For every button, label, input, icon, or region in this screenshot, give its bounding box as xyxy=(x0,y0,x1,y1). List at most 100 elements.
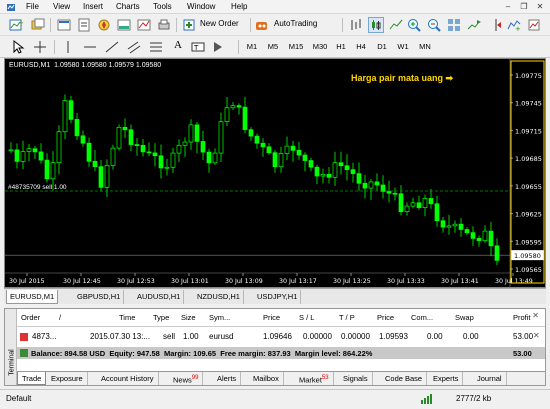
line-chart-icon[interactable] xyxy=(388,17,404,33)
bar-chart-icon[interactable] xyxy=(348,17,364,33)
indicators-icon[interactable]: + xyxy=(506,17,522,33)
col-swap[interactable]: Swap xyxy=(455,313,474,322)
menu-tools[interactable]: Tools xyxy=(153,2,172,11)
col-size[interactable]: Size xyxy=(181,313,196,322)
col-order[interactable]: Order xyxy=(21,313,40,322)
terminal-tab-experts[interactable]: Experts xyxy=(429,372,464,385)
market-watch-icon[interactable] xyxy=(56,17,72,33)
timeframe-m15[interactable]: M15 xyxy=(286,40,306,54)
timeframe-w1[interactable]: W1 xyxy=(396,40,410,54)
terminal-tab-alerts[interactable]: Alerts xyxy=(213,372,242,385)
connection-icon[interactable] xyxy=(420,394,436,405)
fibonacci-icon[interactable] xyxy=(148,39,164,55)
time-label: 30 Jul 13:17 xyxy=(279,278,317,285)
col-tp[interactable]: T / P xyxy=(339,313,355,322)
terminal-icon[interactable] xyxy=(116,17,132,33)
terminal-tab-journal[interactable]: Journal xyxy=(473,372,507,385)
timeframe-d1[interactable]: D1 xyxy=(375,40,389,54)
timeframe-m1[interactable]: M1 xyxy=(244,40,260,54)
menu-charts[interactable]: Charts xyxy=(116,2,140,11)
text-tool-icon[interactable]: A xyxy=(170,39,186,55)
col-time[interactable]: Time xyxy=(119,313,135,322)
time-label: 30 Jul 13:33 xyxy=(387,278,425,285)
minimize-icon[interactable]: – xyxy=(502,1,514,12)
row-tp[interactable]: 0.00000 xyxy=(341,332,370,341)
data-window-icon[interactable] xyxy=(76,17,92,33)
new-order-button[interactable]: New Order xyxy=(182,17,248,33)
chart-tab-usdjpy[interactable]: USDJPY,H1 xyxy=(254,290,302,304)
menu-help[interactable]: Help xyxy=(231,2,247,11)
candle-body xyxy=(200,141,206,153)
terminal-tab-market[interactable]: Market53 xyxy=(295,372,334,385)
app-icon[interactable] xyxy=(6,2,16,14)
navigator-icon[interactable] xyxy=(96,17,112,33)
candle-body xyxy=(308,160,314,168)
candle-body xyxy=(224,107,230,123)
col-profit[interactable]: Profit xyxy=(513,313,531,322)
tester-icon[interactable] xyxy=(136,17,152,33)
menu-window[interactable]: Window xyxy=(187,2,215,11)
candlesticks-icon[interactable] xyxy=(368,17,384,33)
status-profile: Default xyxy=(6,394,32,403)
table-row[interactable]: 4873... 2015.07.30 13:... sell 1.00 euru… xyxy=(17,328,545,344)
candle-body xyxy=(380,184,386,192)
horizontal-line-icon[interactable] xyxy=(82,39,98,55)
channel-icon[interactable] xyxy=(126,39,142,55)
close-order-icon[interactable]: ✕ xyxy=(533,331,540,340)
terminal-tab-mailbox[interactable]: Mailbox xyxy=(249,372,284,385)
candle-body xyxy=(434,203,440,222)
print-icon[interactable] xyxy=(156,17,172,33)
chart-tab-nzdusd[interactable]: NZDUSD,H1 xyxy=(194,290,244,304)
timeframe-mn[interactable]: MN xyxy=(416,40,434,54)
terminal-tab-code-base[interactable]: Code Base xyxy=(381,372,428,385)
terminal-tab-news[interactable]: News99 xyxy=(169,372,204,385)
col-type[interactable]: Type xyxy=(153,313,169,322)
row-sl[interactable]: 0.00000 xyxy=(303,332,332,341)
autoscroll-icon[interactable] xyxy=(466,17,482,33)
tile-windows-icon[interactable] xyxy=(446,17,462,33)
restore-icon[interactable]: ❐ xyxy=(518,1,530,12)
col-sort[interactable]: / xyxy=(59,313,61,322)
col-symbol[interactable]: Sym... xyxy=(209,313,230,322)
current-price-label: 1.09580 xyxy=(514,252,541,260)
trendline-icon[interactable] xyxy=(104,39,120,55)
candle-body xyxy=(242,106,248,130)
text-label-icon[interactable]: T xyxy=(190,39,206,55)
new-chart-icon[interactable]: + xyxy=(8,17,24,33)
zoom-in-icon[interactable] xyxy=(406,17,422,33)
crosshair-icon[interactable] xyxy=(32,39,48,55)
col-cur-price[interactable]: Price xyxy=(377,313,394,322)
chart-tab-eurusd[interactable]: EURUSD,M1 xyxy=(6,290,59,304)
timeframe-m30[interactable]: M30 xyxy=(310,40,330,54)
col-sl[interactable]: S / L xyxy=(299,313,314,322)
timeframe-m5[interactable]: M5 xyxy=(265,40,281,54)
candle-body xyxy=(374,181,380,186)
close-icon[interactable]: ✕ xyxy=(534,1,546,12)
chart-shift-icon[interactable] xyxy=(486,17,502,33)
profiles-icon[interactable] xyxy=(30,17,46,33)
cursor-icon[interactable] xyxy=(10,39,26,55)
candle-body xyxy=(68,100,74,120)
price-chart[interactable]: 1.09775 1.09745 1.09715 1.09685 1.09655 1.096… xyxy=(4,58,546,288)
menu-insert[interactable]: Insert xyxy=(83,2,103,11)
terminal-tab-account-history[interactable]: Account History xyxy=(97,372,159,385)
terminal-tab-trade[interactable]: Trade xyxy=(17,372,47,385)
arrow-tool-icon[interactable] xyxy=(210,39,226,55)
col-commission[interactable]: Com... xyxy=(411,313,433,322)
menu-view[interactable]: View xyxy=(53,2,70,11)
candle-body xyxy=(14,149,20,162)
templates-icon[interactable] xyxy=(526,17,542,33)
chart-tab-audusd[interactable]: AUDUSD,H1 xyxy=(134,290,185,304)
terminal-tab-exposure[interactable]: Exposure xyxy=(47,372,88,385)
col-price[interactable]: Price xyxy=(263,313,280,322)
chart-canvas[interactable]: 1.09775 1.09745 1.09715 1.09685 1.09655 1.096… xyxy=(5,59,545,287)
chart-tab-gbpusd[interactable]: GBPUSD,H1 xyxy=(74,290,125,304)
timeframe-h4[interactable]: H4 xyxy=(354,40,368,54)
terminal-tab-signals[interactable]: Signals xyxy=(339,372,373,385)
zoom-out-icon[interactable] xyxy=(426,17,442,33)
timeframe-h1[interactable]: H1 xyxy=(334,40,348,54)
vertical-line-icon[interactable] xyxy=(60,39,76,55)
row-cur-price: 1.09593 xyxy=(379,332,408,341)
menu-file[interactable]: File xyxy=(26,2,39,11)
autotrading-button[interactable]: AutoTrading xyxy=(254,17,340,33)
